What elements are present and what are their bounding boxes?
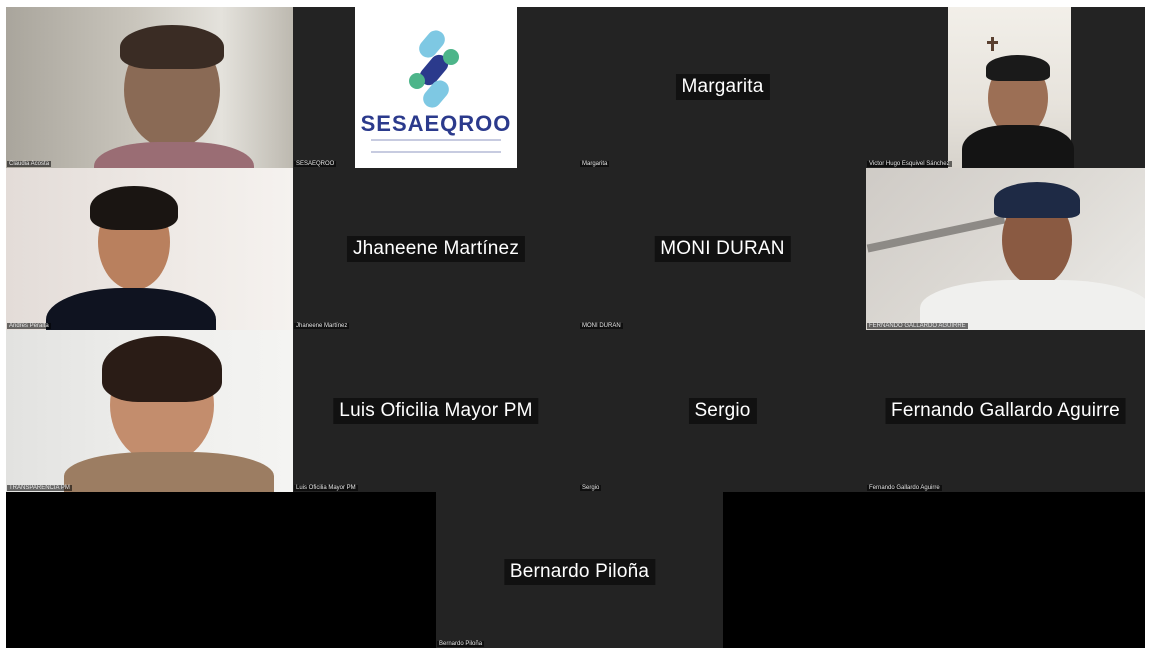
participant-tile[interactable]: Claudia Acosta bbox=[6, 7, 293, 168]
participant-display-name: MONI DURAN bbox=[654, 236, 791, 262]
participant-name-label: MONI DURAN bbox=[580, 323, 623, 329]
logo-card: SESAEQROO bbox=[355, 7, 517, 168]
participant-name-label: Bernardo Piloña bbox=[437, 641, 485, 647]
participant-display-name: Fernando Gallardo Aguirre bbox=[885, 398, 1126, 424]
empty-area bbox=[6, 492, 436, 648]
participant-tile[interactable]: MONI DURAN MONI DURAN bbox=[579, 168, 866, 330]
participant-name-label: Claudia Acosta bbox=[7, 161, 52, 167]
participant-tile[interactable]: Andres Peralta bbox=[6, 168, 293, 330]
participant-display-name: Margarita bbox=[675, 74, 770, 100]
participant-display-name: Jhaneene Martínez bbox=[346, 236, 526, 262]
participant-name-label: Luis Oficilia Mayor PM bbox=[294, 485, 358, 491]
participant-tile[interactable]: Victor Hugo Esquivel Sánchez bbox=[866, 7, 1145, 168]
participant-tile[interactable]: TRANSPARENCIA PM bbox=[6, 330, 293, 492]
participant-display-name: Bernardo Piloña bbox=[503, 559, 656, 585]
participant-tile[interactable]: Bernardo Piloña Bernardo Piloña bbox=[436, 492, 723, 648]
participant-name-label: FERNANDO GALLARDO AGUIRRE bbox=[867, 323, 968, 329]
hair bbox=[986, 55, 1050, 81]
cross-icon bbox=[991, 37, 994, 51]
participant-tile[interactable]: SESAEQROO SESAEQROO bbox=[293, 7, 579, 168]
participant-tile[interactable]: Jhaneene Martínez Jhaneene Martínez bbox=[293, 168, 579, 330]
participant-name-label: Victor Hugo Esquivel Sánchez bbox=[867, 161, 952, 167]
hair bbox=[120, 25, 224, 69]
video-grid: Claudia Acosta SESAEQROO SESAEQROO Marga… bbox=[6, 7, 1145, 648]
empty-area bbox=[723, 492, 1145, 648]
hair bbox=[102, 336, 222, 402]
cross-icon bbox=[987, 41, 998, 44]
participant-name-label: Sergio bbox=[580, 485, 602, 491]
participant-display-name: Sergio bbox=[688, 398, 757, 424]
person-silhouette bbox=[64, 452, 274, 492]
sesaeqroo-logo-icon bbox=[409, 30, 459, 108]
participant-name-label: SESAEQROO bbox=[294, 161, 337, 167]
participant-tile[interactable]: Margarita Margarita bbox=[579, 7, 866, 168]
participant-name-label: Margarita bbox=[580, 161, 610, 167]
participant-tile[interactable]: FERNANDO GALLARDO AGUIRRE bbox=[866, 168, 1145, 330]
participant-name-label: TRANSPARENCIA PM bbox=[7, 485, 72, 491]
person-silhouette bbox=[962, 125, 1074, 168]
cap-icon bbox=[994, 182, 1080, 218]
participant-display-name: Luis Oficilia Mayor PM bbox=[333, 398, 539, 424]
participant-name-label: Andres Peralta bbox=[7, 323, 51, 329]
logo-text: SESAEQROO bbox=[360, 111, 512, 136]
participant-name-label: Fernando Gallardo Aguirre bbox=[867, 485, 942, 491]
participant-tile[interactable]: Luis Oficilia Mayor PM Luis Oficilia May… bbox=[293, 330, 579, 492]
participant-tile[interactable]: Fernando Gallardo Aguirre Fernando Galla… bbox=[866, 330, 1145, 492]
participant-name-label: Jhaneene Martínez bbox=[294, 323, 350, 329]
hair bbox=[90, 186, 178, 230]
participant-tile[interactable]: Sergio Sergio bbox=[579, 330, 866, 492]
logo-subtitle-lines bbox=[371, 139, 501, 153]
